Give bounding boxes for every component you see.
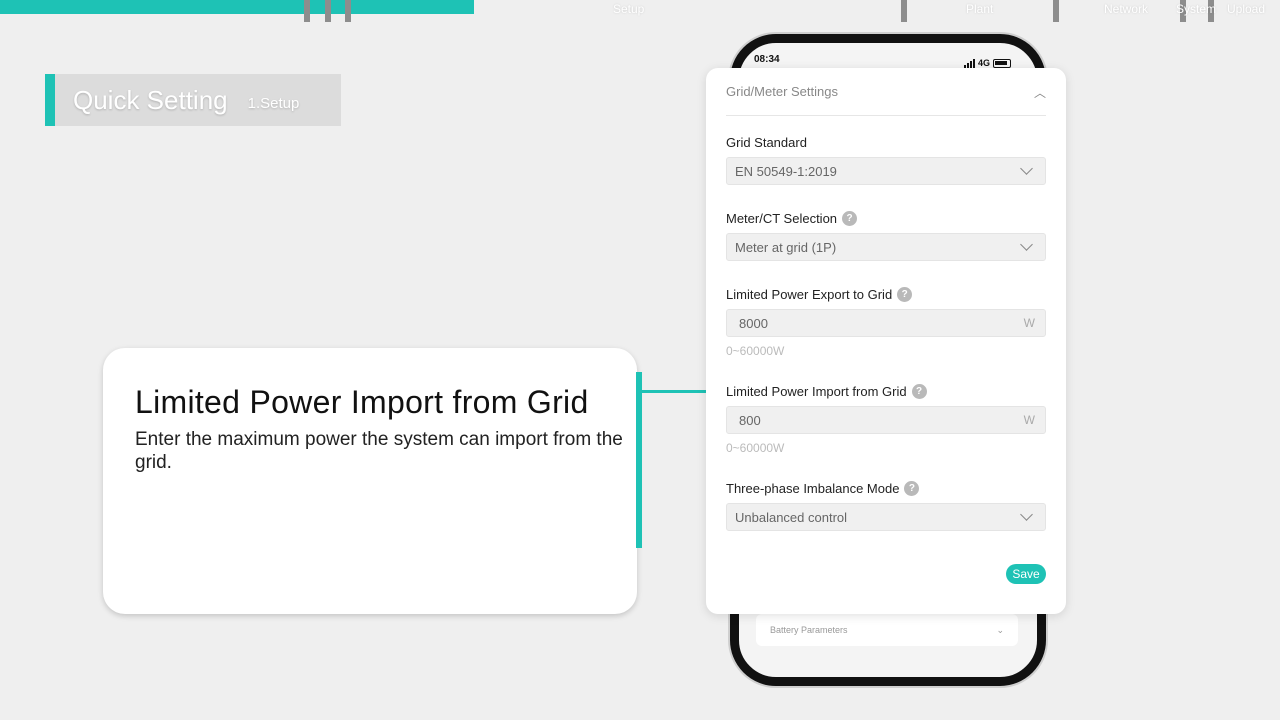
status-indicators: 4G — [964, 58, 1012, 68]
chevron-up-icon[interactable]: ︿ — [1034, 84, 1046, 101]
callout-description: Enter the maximum power the system can i… — [135, 429, 623, 473]
progress-fill — [0, 0, 474, 14]
progress-tick — [1053, 0, 1059, 22]
meter-ct-label: Meter/CT Selection ? — [726, 211, 858, 226]
grid-standard-select[interactable]: EN 50549-1:2019 — [726, 157, 1046, 185]
panel-title: Grid/Meter Settings — [726, 84, 838, 99]
chevron-down-icon — [1020, 238, 1033, 251]
chevron-down-icon — [1020, 508, 1033, 521]
step-label-setup: Setup — [613, 2, 645, 16]
help-icon[interactable]: ? — [904, 481, 920, 496]
panel-header[interactable]: Grid/Meter Settings ︿ — [726, 84, 1046, 116]
export-limit-value: 8000 — [739, 315, 768, 331]
chevron-down-icon — [1020, 162, 1033, 175]
help-icon[interactable]: ? — [911, 384, 927, 399]
grid-meter-settings-panel: Grid/Meter Settings ︿ Grid Standard EN 5… — [706, 68, 1066, 614]
step-label-network: Network — [1104, 2, 1149, 16]
callout-title: Limited Power Import from Grid — [135, 384, 589, 420]
progress-tick — [345, 0, 351, 22]
export-limit-input[interactable]: 8000 W — [726, 309, 1046, 337]
quick-setting-header: Quick Setting 1.Setup — [45, 74, 341, 126]
import-limit-value: 800 — [739, 412, 761, 428]
imbalance-mode-value: Unbalanced control — [735, 509, 848, 525]
help-icon[interactable]: ? — [842, 211, 858, 226]
quick-setting-step: 1.Setup — [247, 94, 300, 112]
status-time: 08:34 — [754, 54, 780, 65]
export-limit-hint: 0~60000W — [726, 344, 785, 358]
meter-ct-select[interactable]: Meter at grid (1P) — [726, 233, 1046, 261]
grid-standard-label: Grid Standard — [726, 135, 807, 150]
import-limit-label: Limited Power Import from Grid ? — [726, 384, 927, 399]
chevron-down-icon: ⌄ — [996, 624, 1004, 635]
callout-card: Limited Power Import from Grid Enter the… — [103, 348, 637, 614]
step-label-system: System — [1176, 2, 1217, 16]
step-label-upload: Upload — [1227, 2, 1266, 16]
battery-parameters-label: Battery Parameters — [770, 625, 848, 635]
network-type: 4G — [978, 58, 991, 68]
import-limit-unit: W — [1023, 413, 1035, 427]
signal-icon — [964, 58, 975, 68]
grid-standard-value: EN 50549-1:2019 — [735, 163, 837, 179]
imbalance-mode-label: Three-phase Imbalance Mode ? — [726, 481, 920, 496]
progress-tick — [325, 0, 331, 22]
quick-setting-title: Quick Setting — [73, 84, 228, 115]
help-icon[interactable]: ? — [897, 287, 913, 302]
progress-tick — [304, 0, 310, 22]
step-label-plant: Plant — [966, 2, 994, 16]
callout-accent-bar — [636, 372, 642, 548]
save-button[interactable]: Save — [1006, 564, 1046, 584]
export-limit-label: Limited Power Export to Grid ? — [726, 287, 913, 302]
progress-tick — [901, 0, 907, 22]
battery-parameters-section[interactable]: Battery Parameters ⌄ — [756, 614, 1018, 646]
export-limit-unit: W — [1023, 316, 1035, 330]
import-limit-hint: 0~60000W — [726, 441, 785, 455]
battery-icon — [993, 58, 1012, 68]
imbalance-mode-select[interactable]: Unbalanced control — [726, 503, 1046, 531]
meter-ct-value: Meter at grid (1P) — [735, 239, 837, 255]
import-limit-input[interactable]: 800 W — [726, 406, 1046, 434]
